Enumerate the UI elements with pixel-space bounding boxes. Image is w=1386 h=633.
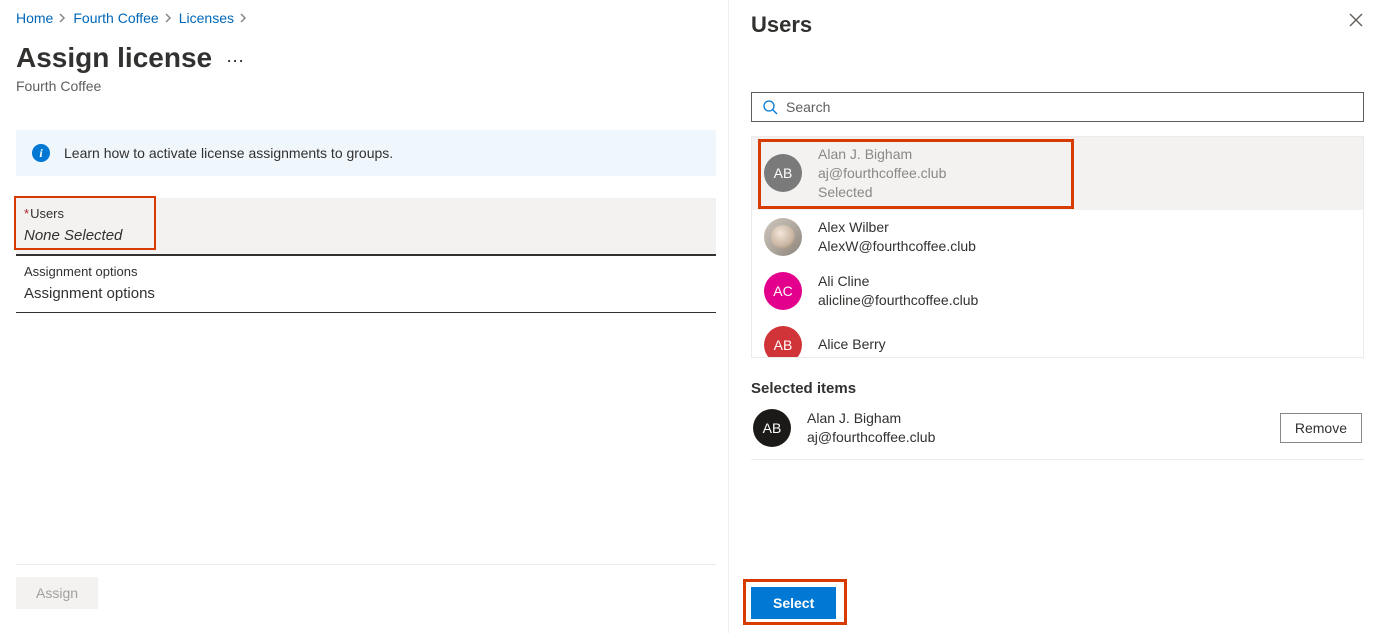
users-section[interactable]: *Users None Selected [16, 198, 716, 255]
breadcrumb-org[interactable]: Fourth Coffee [73, 10, 158, 26]
page-title: Assign license [16, 42, 212, 74]
user-name: Alice Berry [818, 335, 886, 354]
user-name: Alan J. Bigham [807, 409, 1264, 428]
users-panel: Users AB Alan J. Bigham aj@fourthcoffee.… [728, 0, 1386, 633]
users-section-value: None Selected [24, 227, 708, 244]
avatar: AB [753, 409, 791, 447]
selected-items-heading: Selected items [751, 380, 1364, 397]
user-name: Ali Cline [818, 272, 978, 291]
users-section-label: *Users [24, 206, 708, 221]
page-subtitle: Fourth Coffee [16, 78, 728, 94]
info-banner-text: Learn how to activate license assignment… [64, 145, 393, 161]
info-banner[interactable]: i Learn how to activate license assignme… [16, 130, 716, 176]
user-row[interactable]: AB Alan J. Bigham aj@fourthcoffee.club S… [752, 137, 1363, 210]
info-icon: i [32, 144, 50, 162]
user-email: aj@fourthcoffee.club [818, 164, 946, 183]
user-name: Alan J. Bigham [818, 145, 946, 164]
close-icon[interactable] [1348, 12, 1364, 28]
chevron-right-icon [59, 13, 67, 23]
breadcrumb-licenses[interactable]: Licenses [179, 10, 234, 26]
user-email: alicline@fourthcoffee.club [818, 291, 978, 310]
selected-item-row: AB Alan J. Bigham aj@fourthcoffee.club R… [751, 397, 1364, 460]
options-section-value: Assignment options [24, 285, 708, 302]
search-field[interactable] [751, 92, 1364, 122]
avatar: AB [764, 326, 802, 358]
avatar: AC [764, 272, 802, 310]
breadcrumb: Home Fourth Coffee Licenses [16, 8, 728, 28]
avatar [764, 218, 802, 256]
options-section-label: Assignment options [24, 264, 708, 279]
user-row[interactable]: AB Alice Berry [752, 318, 1363, 358]
user-name: Alex Wilber [818, 218, 976, 237]
remove-button[interactable]: Remove [1280, 413, 1362, 443]
avatar: AB [764, 154, 802, 192]
search-input[interactable] [786, 99, 1353, 115]
search-icon [762, 99, 778, 115]
user-row[interactable]: Alex Wilber AlexW@fourthcoffee.club [752, 210, 1363, 264]
user-list[interactable]: AB Alan J. Bigham aj@fourthcoffee.club S… [751, 136, 1364, 358]
breadcrumb-home[interactable]: Home [16, 10, 53, 26]
assign-button[interactable]: Assign [16, 577, 98, 609]
select-button[interactable]: Select [751, 587, 836, 619]
user-email: aj@fourthcoffee.club [807, 428, 1264, 447]
assignment-options-section[interactable]: Assignment options Assignment options [16, 255, 716, 313]
user-email: AlexW@fourthcoffee.club [818, 237, 976, 256]
user-row[interactable]: AC Ali Cline alicline@fourthcoffee.club [752, 264, 1363, 318]
more-actions-icon[interactable]: ⋯ [226, 46, 245, 70]
user-status: Selected [818, 183, 946, 202]
panel-title: Users [751, 12, 812, 38]
chevron-right-icon [165, 13, 173, 23]
chevron-right-icon [240, 13, 248, 23]
